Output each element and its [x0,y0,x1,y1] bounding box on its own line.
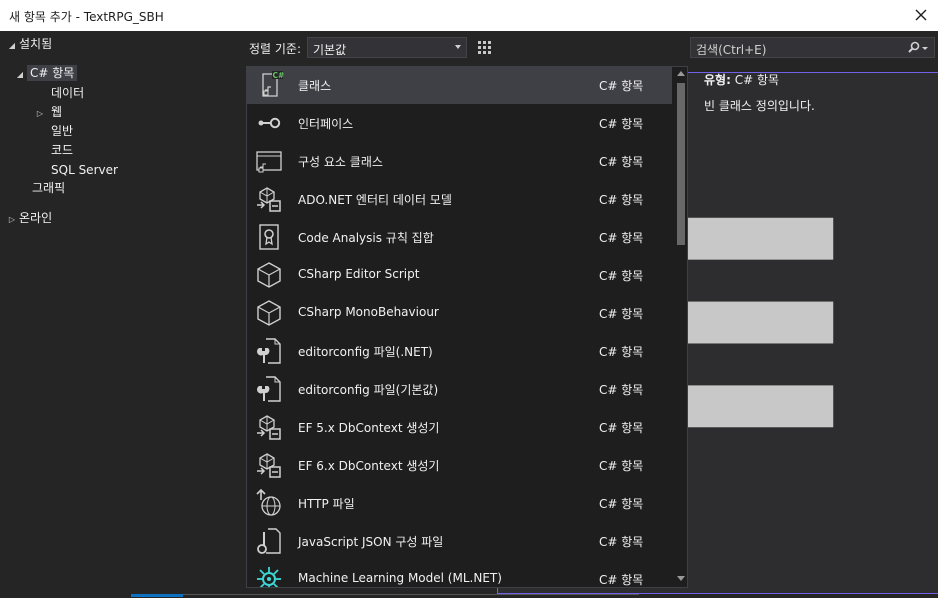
close-icon[interactable] [910,4,932,26]
template-list[interactable]: C# 클래스 C# 항목 인터페이스 C# 항목 구성 요소 클래스 C# 항목 ADO.NE… [246,66,688,588]
item-name: HTTP 파일 [298,497,355,511]
svg-text:C#: C# [273,71,285,80]
category-tree: ◢ 설치됨 ◢ C# 항목 데이터 ▷ 웹 일반 코드 SQL Server 그래픽 … [0,31,244,591]
entity-model-icon [257,415,281,440]
item-kind: C# 항목 [599,231,644,245]
list-item[interactable]: 구성 요소 클래스 C# 항목 [247,142,672,180]
sort-dropdown[interactable]: 기본값 [307,37,467,58]
tree-item-graphics[interactable]: 그래픽 [32,179,65,198]
window-title: 새 항목 추가 - TextRPG_SBH [9,10,164,24]
collapsed-caret-icon[interactable]: ▷ [5,210,19,229]
type-label: 유형: [704,73,731,87]
tree-item-sqlserver[interactable]: SQL Server [51,161,118,180]
item-name: 클래스 [298,79,332,93]
tree-item-installed[interactable]: ◢ 설치됨 [5,35,52,54]
rule-set-icon [259,224,279,250]
scroll-down-icon[interactable] [677,576,685,581]
type-value: C# 항목 [734,73,780,87]
wrench-file-icon [256,338,281,364]
tree-item-web[interactable]: ▷ 웹 [33,103,62,122]
ml-model-icon [257,567,281,587]
item-kind: C# 항목 [599,497,644,511]
component-class-icon [256,151,282,173]
scroll-thumb[interactable] [677,83,685,245]
dropdown-arrow-icon [455,45,461,49]
cube-icon [257,300,281,326]
item-kind: C# 항목 [599,459,644,473]
focus-indicator [131,594,183,597]
list-item[interactable]: ADO.NET 엔터티 데이터 모델 C# 항목 [247,180,672,218]
item-name: JavaScript JSON 구성 파일 [298,535,444,549]
item-name: CSharp MonoBehaviour [298,305,439,319]
item-name: EF 6.x DbContext 생성기 [298,459,440,473]
expanded-caret-icon[interactable]: ◢ [5,36,19,55]
item-name: EF 5.x DbContext 생성기 [298,421,440,435]
item-name: editorconfig 파일(.NET) [298,345,433,359]
list-item[interactable]: EF 5.x DbContext 생성기 C# 항목 [247,408,672,446]
tree-item-data[interactable]: 데이터 [51,84,84,103]
list-item[interactable]: JavaScript JSON 구성 파일 C# 항목 [247,522,672,560]
list-item[interactable]: editorconfig 파일(기본값) C# 항목 [247,370,672,408]
item-kind: C# 항목 [599,193,644,207]
expanded-caret-icon[interactable]: ◢ [13,65,27,84]
collapsed-caret-icon[interactable]: ▷ [33,104,47,123]
item-kind: C# 항목 [599,155,644,169]
item-name: 구성 요소 클래스 [298,155,383,169]
item-kind: C# 항목 [599,117,644,131]
item-name: ADO.NET 엔터티 데이터 모델 [298,193,452,207]
item-name: CSharp Editor Script [298,267,420,281]
item-kind: C# 항목 [599,573,644,587]
tree-item-online[interactable]: ▷ 온라인 [5,209,52,228]
list-item[interactable]: CSharp Editor Script C# 항목 [247,256,672,294]
entity-model-icon [257,187,281,212]
interface-icon [258,117,281,129]
details-pane: 유형: C# 항목 빈 클래스 정의입니다. [704,71,815,114]
scroll-up-icon[interactable] [677,71,685,76]
tree-item-code[interactable]: 코드 [51,141,73,160]
item-kind: C# 항목 [599,421,644,435]
tree-item-general[interactable]: 일반 [51,122,73,141]
entity-model-icon [257,453,281,478]
json-config-icon [257,528,281,554]
search-box[interactable]: 검색(Ctrl+E) [690,37,935,58]
title-bar: 새 항목 추가 - TextRPG_SBH [0,0,938,31]
type-row: 유형: C# 항목 [704,71,815,88]
item-kind: C# 항목 [599,307,644,321]
search-placeholder: 검색(Ctrl+E) [696,43,767,57]
class-icon: C# [262,71,285,97]
item-name: editorconfig 파일(기본값) [298,383,439,397]
list-item[interactable]: 인터페이스 C# 항목 [247,104,672,142]
item-kind: C# 항목 [599,345,644,359]
sort-label: 정렬 기준: [249,42,302,56]
item-name: 인터페이스 [298,117,354,131]
divider [131,594,639,595]
list-item[interactable]: CSharp MonoBehaviour C# 항목 [247,294,672,332]
list-item[interactable]: C# 클래스 C# 항목 [247,67,672,104]
list-item[interactable]: Machine Learning Model (ML.NET) C# 항목 [247,560,672,587]
sort-value: 기본값 [313,43,347,57]
http-file-icon [256,488,281,516]
item-kind: C# 항목 [599,79,644,93]
list-item[interactable]: HTTP 파일 C# 항목 [247,484,672,522]
list-item[interactable]: Code Analysis 규칙 집합 C# 항목 [247,218,672,256]
item-kind: C# 항목 [599,269,644,283]
item-name: Code Analysis 규칙 집합 [298,231,434,245]
search-icon[interactable] [906,40,930,56]
item-kind: C# 항목 [599,535,644,549]
tree-item-csharp[interactable]: ◢ C# 항목 [13,64,78,84]
dialog-body: ◢ 설치됨 ◢ C# 항목 데이터 ▷ 웹 일반 코드 SQL Server 그래픽 … [0,31,938,598]
list-item[interactable]: editorconfig 파일(.NET) C# 항목 [247,332,672,370]
item-description: 빈 클래스 정의입니다. [704,99,815,113]
list-scrollbar[interactable] [674,67,687,587]
item-name: Machine Learning Model (ML.NET) [298,571,502,585]
list-item[interactable]: EF 6.x DbContext 생성기 C# 항목 [247,446,672,484]
cube-icon [257,262,281,288]
grid-view-icon[interactable] [474,37,495,58]
wrench-file-icon [256,376,281,402]
item-kind: C# 항목 [599,383,644,397]
